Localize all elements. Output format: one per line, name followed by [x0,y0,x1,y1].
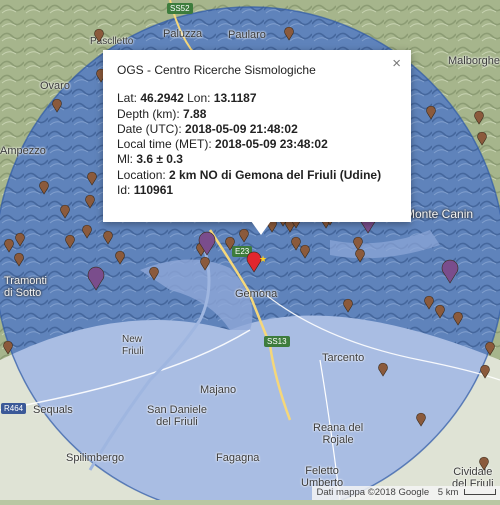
attribution-text: Dati mappa ©2018 Google [316,487,430,498]
earthquake-marker[interactable] [291,236,301,251]
earthquake-marker[interactable] [149,266,159,281]
earthquake-marker[interactable] [65,234,75,249]
scale-bar [464,489,496,496]
earthquake-marker[interactable] [435,304,445,319]
earthquake-marker[interactable] [343,298,353,313]
date-row: Date (UTC): 2018-05-09 21:48:02 [117,122,397,137]
date-label: Date (UTC): [117,121,182,136]
magnitude-label: Ml: [117,152,133,167]
earthquake-marker[interactable] [378,362,388,377]
earthquake-marker[interactable] [225,236,235,251]
location-value: 2 km NO di Gemona del Friuli (Udine) [169,167,382,182]
earthquake-marker[interactable] [4,238,14,253]
earthquake-marker[interactable] [52,98,62,113]
date-value: 2018-05-09 21:48:02 [185,121,298,136]
local-time-value: 2018-05-09 23:48:02 [215,137,328,152]
earthquake-marker[interactable] [39,180,49,195]
earthquake-marker[interactable] [87,171,97,186]
earthquake-marker[interactable] [426,105,436,120]
location-label: Location: [117,167,166,182]
location-row: Location: 2 km NO di Gemona del Friuli (… [117,168,397,183]
earthquake-marker[interactable] [355,248,365,263]
earthquake-marker-large[interactable] [87,266,105,291]
earthquake-marker[interactable] [479,456,489,471]
earthquake-marker[interactable] [485,341,495,356]
earthquake-marker[interactable] [103,230,113,245]
depth-label: Depth (km): [117,106,180,121]
local-time-label: Local time (MET): [117,137,212,152]
earthquake-marker[interactable] [60,204,70,219]
popup-title: OGS - Centro Ricerche Sismologiche [117,63,316,77]
earthquake-marker[interactable] [94,28,104,43]
earthquake-marker[interactable] [300,244,310,259]
earthquake-marker[interactable] [85,194,95,209]
earthquake-marker[interactable] [82,224,92,239]
earthquake-marker[interactable] [416,412,426,427]
scale-label: 5 km [437,487,459,498]
popup-tail [251,221,271,235]
event-info-popup: × OGS - Centro Ricerche Sismologiche Lat… [103,50,411,235]
earthquake-marker[interactable] [474,110,484,125]
local-time-row: Local time (MET): 2018-05-09 23:48:02 [117,137,397,152]
earthquake-marker[interactable] [480,364,490,379]
id-label: Id: [117,183,131,198]
earthquake-marker[interactable] [424,295,434,310]
earthquake-marker[interactable] [15,232,25,247]
earthquake-marker[interactable] [115,250,125,265]
earthquake-marker[interactable] [353,236,363,251]
earthquake-marker[interactable] [14,252,24,267]
id-row: Id: 110961 [117,183,397,198]
earthquake-marker[interactable] [453,311,463,326]
id-value: 110961 [133,183,174,198]
close-popup-button[interactable]: × [392,56,401,72]
depth-row: Depth (km): 7.88 [117,107,397,122]
earthquake-marker-large[interactable] [441,259,459,284]
depth-value: 7.88 [183,106,207,121]
magnitude-row: Ml: 3.6 ± 0.3 [117,152,397,167]
lat-label: Lat: [117,91,138,106]
earthquake-marker[interactable] [477,131,487,146]
earthquake-marker[interactable] [200,256,210,271]
map-attribution: Dati mappa ©2018 Google 5 km [312,486,500,500]
lat-lon-row: Lat: 46.2942 Lon: 13.1187 [117,91,397,106]
earthquake-marker[interactable] [239,228,249,243]
lon-label: Lon: [187,91,211,106]
lon-value: 13.1187 [213,91,257,106]
lat-value: 46.2942 [140,91,184,106]
magnitude-value: 3.6 ± 0.3 [136,152,183,167]
earthquake-marker[interactable] [284,26,294,41]
earthquake-marker[interactable] [3,340,13,355]
epicenter-star-icon: ★ [259,255,267,265]
